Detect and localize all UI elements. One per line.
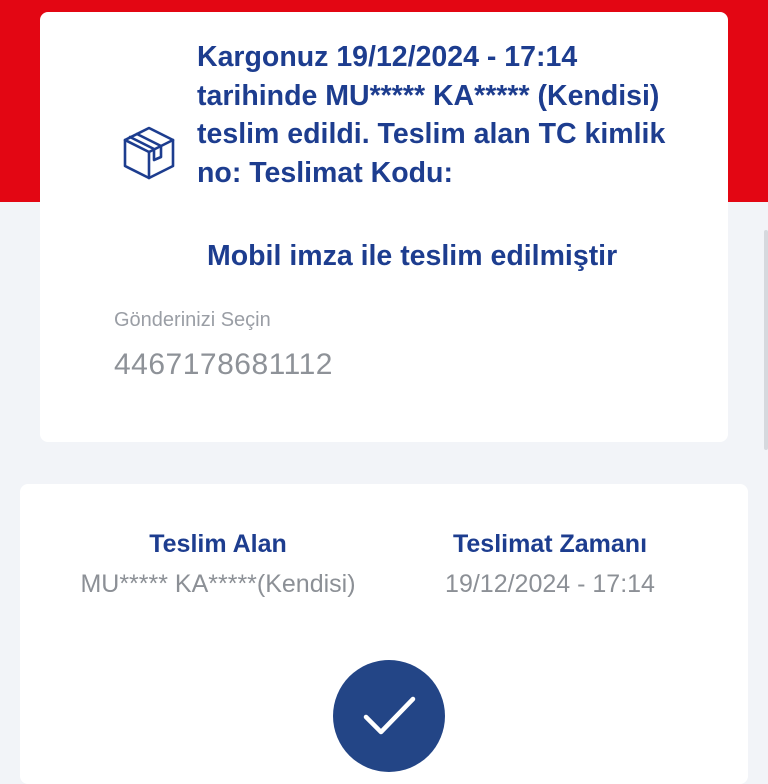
checkmark-icon	[363, 696, 416, 735]
delivery-time-info: Teslimat Zamanı 19/12/2024 - 17:14	[420, 528, 680, 600]
recipient-title: Teslim Alan	[149, 530, 287, 558]
delivered-status-badge	[333, 660, 445, 772]
delivery-time-title: Teslimat Zamanı	[452, 530, 648, 558]
package-icon	[123, 126, 175, 180]
shipment-select-label: Gönderinizi Seçin	[114, 309, 271, 331]
delivery-status-message: Kargonuz 19/12/2024 - 17:14 tarihinde MU…	[197, 41, 666, 189]
delivery-time-value: 19/12/2024 - 17:14	[445, 570, 655, 598]
recipient-info: Teslim Alan MU***** KA*****(Kendisi)	[60, 528, 376, 600]
shipment-select-value[interactable]: 4467178681112	[114, 348, 333, 382]
mobile-signature-note: Mobil imza ile teslim edilmiştir	[207, 240, 618, 272]
scrollbar[interactable]	[764, 230, 768, 450]
recipient-value: MU***** KA*****(Kendisi)	[80, 570, 356, 598]
